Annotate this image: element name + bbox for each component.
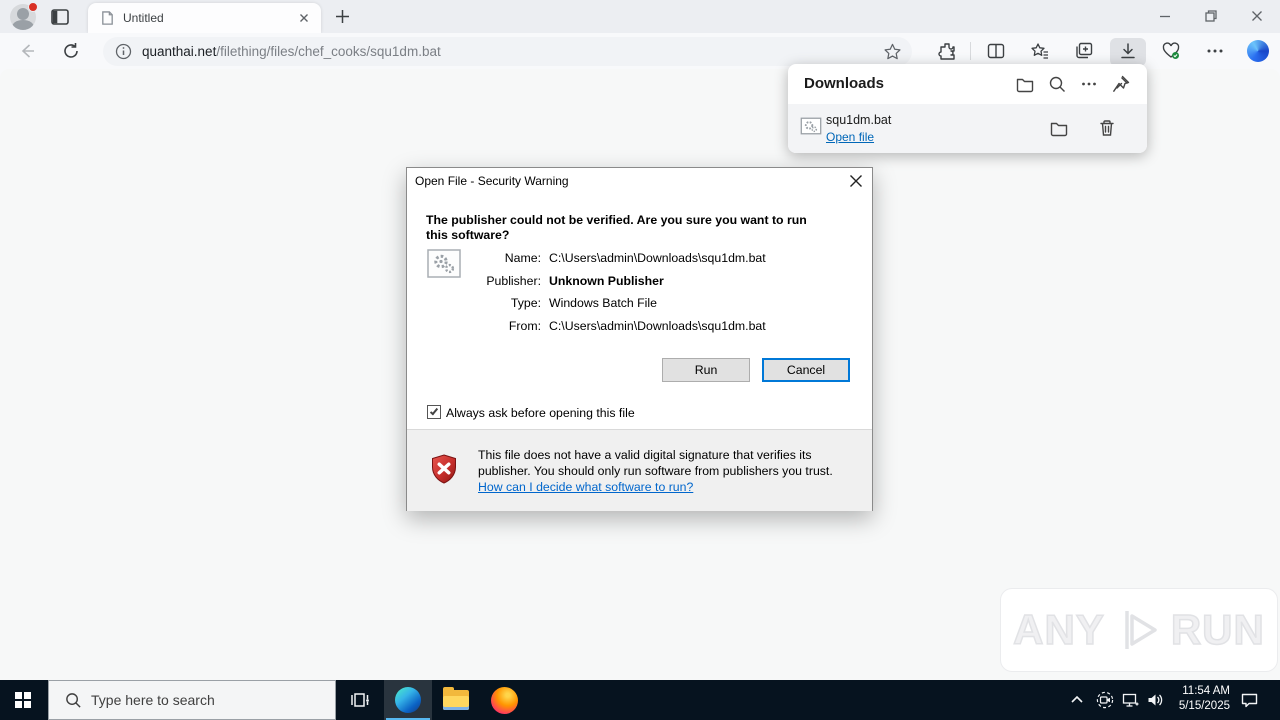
taskbar-search-box[interactable] [48,680,336,720]
anyrun-play-logo-icon [1111,603,1165,657]
search-input[interactable] [91,692,311,708]
profile-notification-badge [28,2,38,12]
taskbar: 11:54 AM 5/15/2025 [0,680,1280,720]
tab-title: Untitled [123,11,164,25]
firefox-logo-icon [490,686,518,714]
window-close-button[interactable] [1249,8,1265,24]
always-ask-label: Always ask before opening this file [446,406,635,420]
taskbar-clock[interactable]: 11:54 AM 5/15/2025 [1168,684,1230,714]
search-downloads-icon[interactable] [1047,74,1067,94]
avatar-body-icon [12,20,34,30]
downloads-panel: Downloads squ1dm.bat Open file [788,64,1147,153]
taskbar-file-explorer-button[interactable] [432,680,480,720]
browser-tab[interactable]: Untitled [88,3,321,33]
anyrun-watermark: ANY RUN [1000,588,1278,672]
warning-help-link[interactable]: How can I decide what software to run? [478,480,693,494]
delete-download-icon[interactable] [1097,118,1117,138]
settings-more-icon[interactable] [1205,41,1225,61]
field-label: From: [508,319,541,333]
security-warning-dialog: Open File - Security Warning The publish… [406,167,873,511]
field-label: Publisher: [486,274,541,288]
dialog-header-text: The publisher could not be verified. Are… [426,213,807,242]
field-label: Name: [504,251,541,265]
taskbar-firefox-button[interactable] [480,680,528,720]
start-button[interactable] [0,680,48,720]
url-domain: quanthai.net [142,44,217,59]
extensions-icon[interactable] [937,41,957,61]
split-screen-icon[interactable] [986,41,1006,61]
field-label: Type: [510,296,541,310]
refresh-button[interactable] [62,42,80,60]
show-in-folder-icon[interactable] [1049,118,1069,138]
open-downloads-folder-icon[interactable] [1015,74,1035,94]
back-button[interactable] [18,42,36,60]
new-tab-button[interactable] [334,8,351,25]
window-restore-button[interactable] [1203,8,1219,24]
field-row-type: Type: Windows Batch File [407,296,827,318]
action-center-icon[interactable] [1240,691,1258,709]
task-view-button[interactable] [336,680,384,720]
dialog-titlebar[interactable]: Open File - Security Warning [407,168,872,195]
avatar-head-icon [17,8,29,20]
url-text: quanthai.net/filething/files/chef_cooks/… [142,44,883,59]
clock-date: 5/15/2025 [1178,700,1230,712]
always-ask-checkbox[interactable] [427,405,441,419]
run-button[interactable]: Run [662,358,750,382]
field-row-publisher: Publisher: Unknown Publisher [407,274,827,296]
favorite-star-icon[interactable] [883,42,902,61]
field-row-name: Name: C:\Users\admin\Downloads\squ1dm.ba… [407,251,827,273]
warning-text: This file does not have a valid digital … [478,448,833,478]
watermark-text-run: RUN [1170,605,1265,654]
start-logo-icon [24,701,31,708]
favorites-icon[interactable] [1030,41,1050,61]
file-explorer-icon [443,687,469,710]
address-bar[interactable]: quanthai.net/filething/files/chef_cooks/… [103,37,912,66]
download-item-row[interactable]: squ1dm.bat Open file [788,104,1147,153]
site-info-icon[interactable] [115,43,132,60]
start-logo-icon [24,692,31,699]
dialog-close-icon[interactable] [848,173,864,189]
open-file-link[interactable]: Open file [826,130,874,144]
field-value: C:\Users\admin\Downloads\squ1dm.bat [549,251,766,265]
tray-volume-icon[interactable] [1146,691,1164,709]
pin-downloads-icon[interactable] [1111,74,1131,94]
dialog-warning-strip: This file does not have a valid digital … [407,429,872,511]
field-value: Windows Batch File [549,296,657,310]
browser-essentials-icon[interactable] [1161,41,1181,61]
start-logo-icon [15,692,22,699]
field-value: Unknown Publisher [549,274,664,288]
start-logo-icon [15,701,22,708]
collections-icon[interactable] [1074,41,1094,61]
tray-network-icon[interactable] [1122,691,1140,709]
copilot-icon[interactable] [1247,40,1269,62]
downloads-panel-title: Downloads [804,75,885,92]
clock-time: 11:54 AM [1182,685,1230,697]
warning-shield-icon [431,454,457,484]
tab-favicon-icon [100,10,115,26]
download-filename: squ1dm.bat [826,113,892,127]
edge-logo-icon [395,687,421,713]
cancel-button[interactable]: Cancel [762,358,850,382]
dialog-title: Open File - Security Warning [415,174,569,188]
batch-file-icon [800,116,822,136]
field-row-from: From: C:\Users\admin\Downloads\squ1dm.ba… [407,319,827,341]
tray-meet-now-icon[interactable] [1096,691,1114,709]
field-value: C:\Users\admin\Downloads\squ1dm.bat [549,319,766,333]
downloads-icon[interactable] [1118,41,1138,61]
workspaces-icon[interactable] [50,7,70,27]
watermark-text-any: ANY [1012,605,1105,654]
tab-close-icon[interactable] [297,11,311,25]
url-path: /filething/files/chef_cooks/squ1dm.bat [216,44,441,59]
checkmark-icon [429,406,439,416]
tray-chevron-up-icon[interactable] [1070,694,1088,712]
search-icon [65,692,82,709]
toolbar-divider [970,42,971,60]
browser-titlebar: Untitled [0,0,1280,33]
downloads-more-options-icon[interactable] [1079,74,1099,94]
taskbar-edge-button[interactable] [384,680,432,720]
window-minimize-button[interactable] [1157,8,1173,24]
